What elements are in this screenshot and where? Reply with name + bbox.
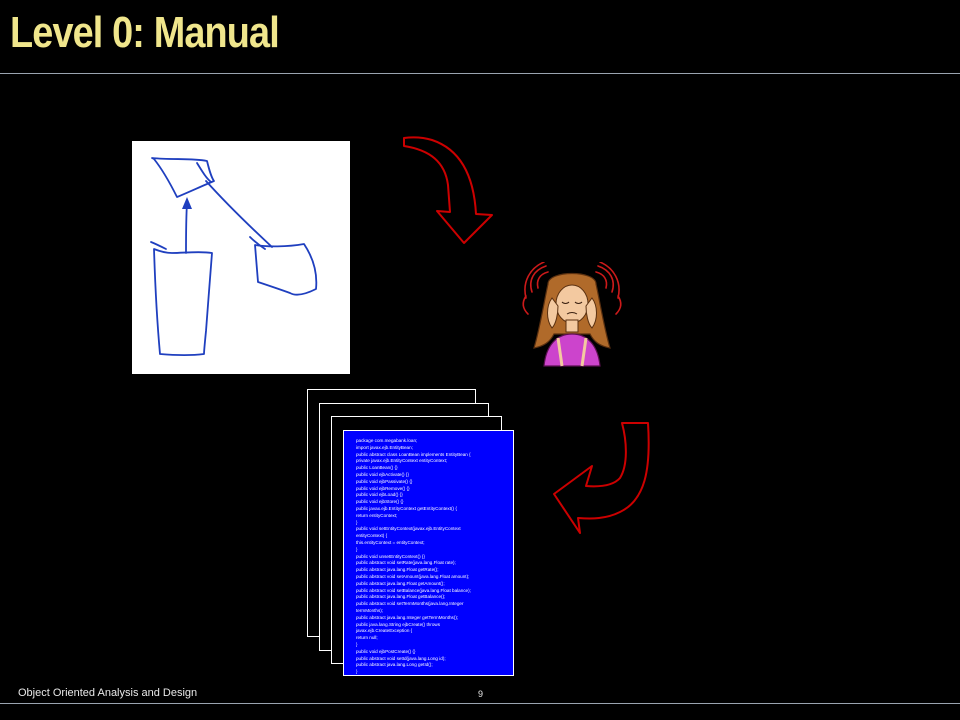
code-line: public abstract void setBalance(java.lan… <box>356 587 471 593</box>
code-line: public void ejbPassivate() {} <box>356 478 413 484</box>
stressed-woman-icon <box>522 262 622 367</box>
code-line: public abstract class LoanBean implement… <box>356 451 471 457</box>
code-line: } <box>356 669 358 675</box>
code-line: public java.lang.String ejbCreate() thro… <box>356 621 441 627</box>
code-line: public void ejbRemove() {} <box>356 485 410 491</box>
code-line: public abstract void setTermMonths(java.… <box>356 601 464 607</box>
code-line: package com.megabank.loan; <box>356 438 418 443</box>
code-line: public abstract java.lang.Float getBalan… <box>356 594 446 600</box>
code-line: public abstract java.lang.Integer getTer… <box>356 614 459 620</box>
code-line: public abstract void setAmount(java.lang… <box>356 573 470 579</box>
code-line: termMonths); <box>356 607 384 613</box>
code-page: package com.megabank.loan; import javax.e… <box>343 430 514 676</box>
code-line: public void ejbActivate() {} <box>356 471 409 477</box>
code-line: private javax.ejb.EntityContext entityCo… <box>356 458 448 464</box>
code-line: } <box>356 641 358 647</box>
code-line: return null; <box>356 635 378 641</box>
code-line: this.entityContext = entityContext; <box>356 539 425 545</box>
code-line: public abstract java.lang.Float getRate(… <box>356 567 439 573</box>
code-line: } <box>356 519 358 525</box>
code-line: public void ejbLoad() {} <box>356 492 403 498</box>
code-line: public void ejbPostCreate() {} <box>356 648 416 654</box>
footer-page-number: 9 <box>478 689 484 699</box>
footer-course-name: Object Oriented Analysis and Design <box>18 687 198 699</box>
code-line: public abstract java.lang.Long getId(); <box>356 662 433 668</box>
code-line: javax.ejb.CreateException { <box>356 628 413 634</box>
code-line: public javax.ejb.EntityContext getEntity… <box>356 505 457 511</box>
code-line: public void ejbStore() {} <box>356 499 404 505</box>
code-line: import javax.ejb.EntityBean; <box>356 444 413 450</box>
code-line: public abstract void setId(java.lang.Lon… <box>356 655 446 661</box>
curved-arrow-down-left-icon <box>553 422 650 534</box>
code-line: public LoanBean() {} <box>356 465 398 471</box>
code-line: public void setEntityContext(javax.ejb.E… <box>356 526 461 532</box>
footer-divider <box>0 703 960 704</box>
code-line: entityContext) { <box>356 533 388 539</box>
code-line: return entityContext; <box>356 512 398 518</box>
code-line: public abstract void setRate(java.lang.F… <box>356 560 456 566</box>
code-line: public void unsetEntityContext() {} <box>356 553 425 559</box>
code-line: } <box>356 546 358 552</box>
curved-arrow-down-right-icon <box>403 136 493 244</box>
code-line: public abstract java.lang.Float getAmoun… <box>356 580 445 586</box>
